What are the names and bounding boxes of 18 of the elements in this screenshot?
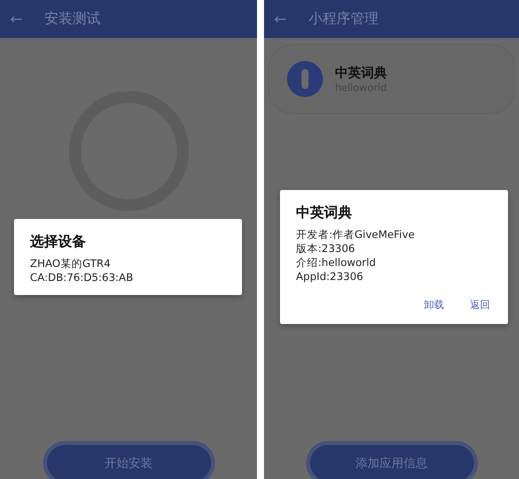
app-name: 中英词典 xyxy=(335,65,387,82)
dialog-title: 中英词典 xyxy=(296,204,353,222)
dialog-title: 选择设备 xyxy=(30,233,87,251)
back-button[interactable]: ← xyxy=(274,10,287,28)
dialog-text: AppId:23306 xyxy=(296,270,364,284)
dialog-action[interactable]: 返回 xyxy=(468,296,492,314)
dialog-text: 开发者:作者GiveMeFive xyxy=(296,228,416,242)
screen-title: 小程序管理 xyxy=(308,10,379,28)
primary-button[interactable]: 开始安装 xyxy=(42,441,214,479)
app-icon xyxy=(287,61,323,97)
dialog-text: ZHAO某的GTR4 xyxy=(30,257,112,271)
primary-button[interactable]: 添加应用信息 xyxy=(306,441,478,479)
dialog-action[interactable]: 卸载 xyxy=(422,296,446,314)
back-button[interactable]: ← xyxy=(10,10,23,28)
screen-title: 安装测试 xyxy=(44,10,101,28)
dialog-text: 介绍:helloworld xyxy=(296,256,377,270)
dialog-text: CA:DB:76:D5:63:AB xyxy=(30,271,134,285)
dialog-text: 版本:23306 xyxy=(296,242,356,256)
